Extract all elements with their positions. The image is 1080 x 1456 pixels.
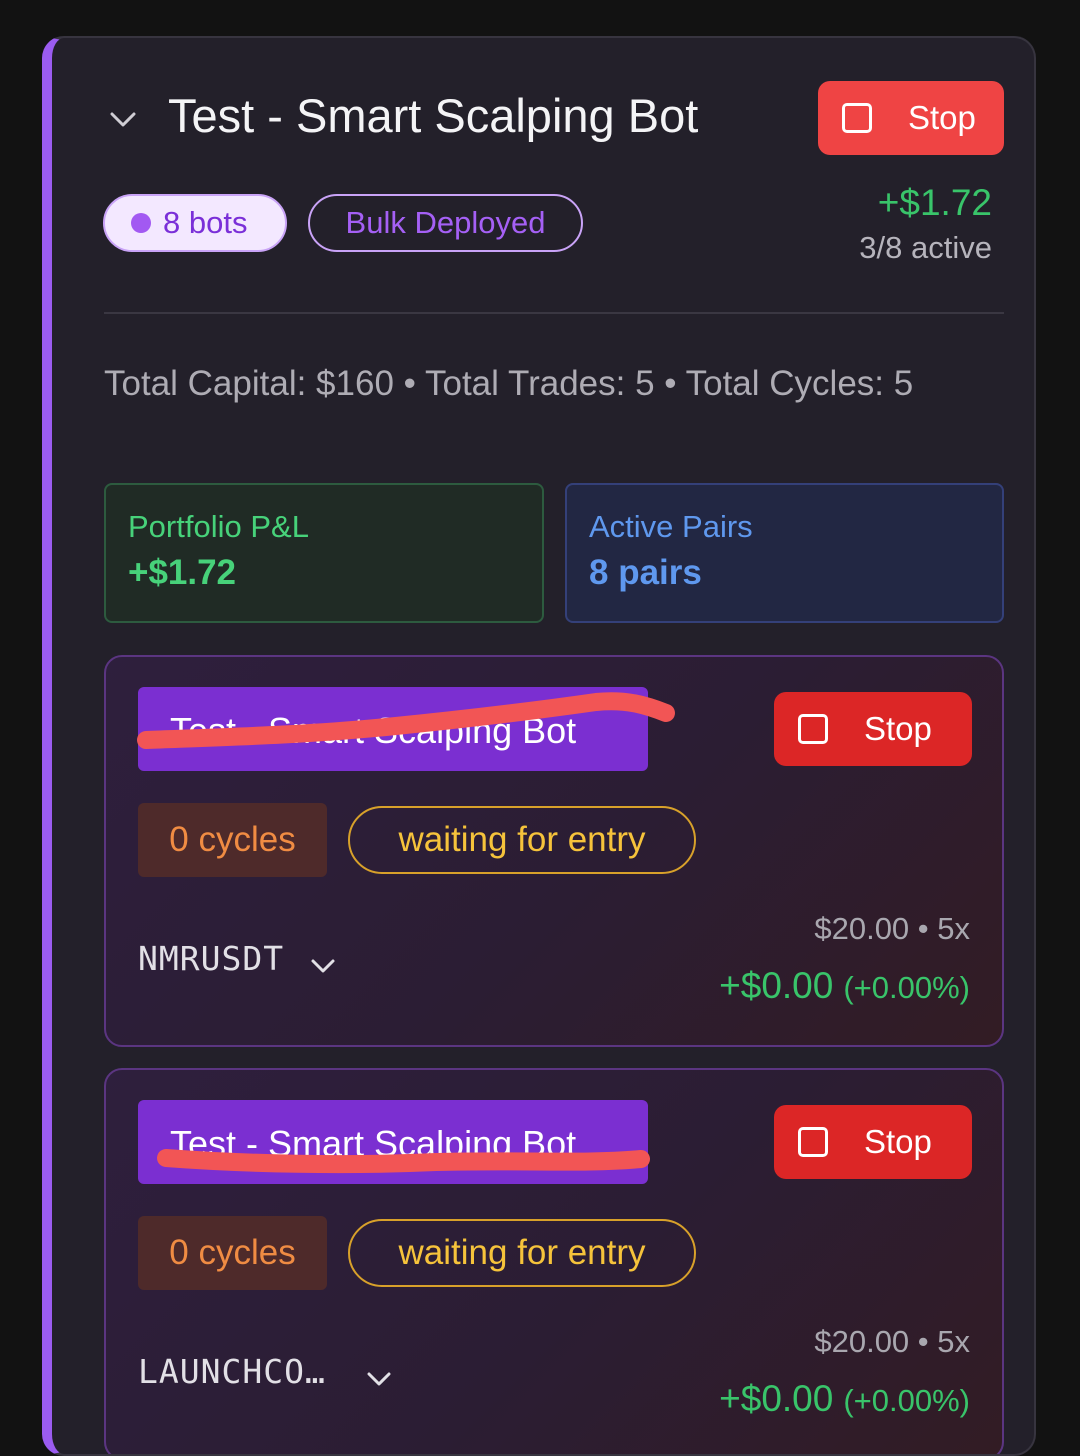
cycles-badge: 0 cycles	[138, 1216, 327, 1290]
stop-label: Stop	[908, 99, 976, 136]
bot-pnl-amount: +$0.00	[719, 1378, 834, 1419]
bot-card: Test - Smart Scalping Bot Stop 0 cycles …	[104, 655, 1004, 1047]
bot-name: Test - Smart Scalping Bot	[138, 687, 648, 771]
bot-pnl-percent: (+0.00%)	[843, 970, 970, 1005]
bot-group-card: Test - Smart Scalping Bot Stop 8 bots Bu…	[42, 36, 1036, 1456]
active-count: 3/8 active	[859, 230, 992, 265]
bots-count-badge: 8 bots	[103, 194, 287, 252]
stop-label: Stop	[864, 710, 932, 747]
active-pairs-label: Active Pairs	[589, 509, 753, 544]
stop-square-icon	[798, 1127, 828, 1157]
chevron-down-icon[interactable]	[108, 104, 138, 134]
bot-name: Test - Smart Scalping Bot	[138, 1100, 648, 1184]
chevron-down-icon[interactable]	[364, 1364, 394, 1394]
stop-bot-button[interactable]: Stop	[774, 692, 972, 766]
stop-square-icon	[842, 103, 872, 133]
deploy-type-label: Bulk Deployed	[345, 205, 546, 240]
group-summary: Total Capital: $160 • Total Trades: 5 • …	[104, 364, 914, 403]
stop-square-icon	[798, 714, 828, 744]
stop-bot-button[interactable]: Stop	[774, 1105, 972, 1179]
symbol-label[interactable]: NMRUSDT	[138, 939, 284, 978]
deploy-type-badge: Bulk Deployed	[308, 194, 583, 252]
symbol-label[interactable]: LAUNCHCO…	[138, 1352, 326, 1391]
capital-leverage: $20.00 • 5x	[814, 1324, 970, 1359]
active-pairs-card: Active Pairs 8 pairs	[565, 483, 1004, 623]
bot-pnl-percent: (+0.00%)	[843, 1383, 970, 1418]
group-title: Test - Smart Scalping Bot	[168, 89, 699, 142]
capital-leverage: $20.00 • 5x	[814, 911, 970, 946]
portfolio-pnl-value: +$1.72	[128, 553, 237, 592]
cycles-badge: 0 cycles	[138, 803, 327, 877]
group-pnl: +$1.72	[877, 182, 992, 223]
divider	[104, 312, 1004, 314]
bot-pnl: +$0.00 (+0.00%)	[719, 965, 970, 1007]
bot-pnl: +$0.00 (+0.00%)	[719, 1378, 970, 1420]
stop-label: Stop	[864, 1123, 932, 1160]
bot-pnl-amount: +$0.00	[719, 965, 834, 1006]
chevron-down-icon[interactable]	[308, 951, 338, 981]
bot-card: Test - Smart Scalping Bot Stop 0 cycles …	[104, 1068, 1004, 1454]
portfolio-pnl-label: Portfolio P&L	[128, 509, 309, 544]
bots-count-label: 8 bots	[163, 205, 248, 240]
stop-all-button[interactable]: Stop	[818, 81, 1004, 155]
portfolio-pnl-card: Portfolio P&L +$1.72	[104, 483, 544, 623]
status-dot-icon	[131, 213, 151, 233]
status-badge: waiting for entry	[348, 806, 696, 874]
status-badge: waiting for entry	[348, 1219, 696, 1287]
active-pairs-value: 8 pairs	[589, 553, 702, 592]
